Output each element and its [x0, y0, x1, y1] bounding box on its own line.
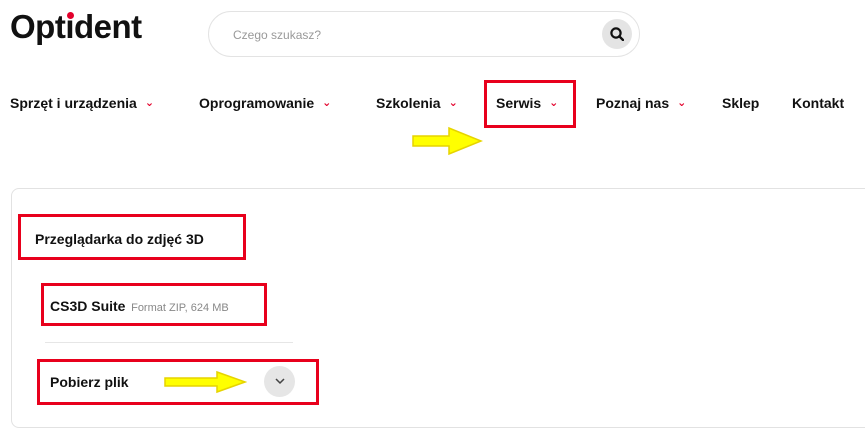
- nav-item-sprzet[interactable]: Sprzęt i urządzenia ⌄: [10, 95, 154, 111]
- search-input[interactable]: [231, 24, 565, 46]
- divider: [45, 342, 293, 343]
- chevron-down-icon: ⌄: [322, 96, 332, 109]
- logo-text-suffix: dent: [74, 8, 142, 45]
- search-bar: [208, 11, 640, 57]
- nav-label: Oprogramowanie: [199, 95, 315, 111]
- chevron-down-icon: ⌄: [144, 96, 155, 109]
- nav-item-oprogramowanie[interactable]: Oprogramowanie ⌄: [199, 95, 331, 111]
- nav-item-szkolenia[interactable]: Szkolenia ⌄: [376, 95, 458, 111]
- nav-label: Szkolenia: [376, 95, 441, 111]
- nav-item-poznaj-nas[interactable]: Poznaj nas ⌄: [596, 95, 686, 111]
- annotation-box-serwis: [484, 80, 576, 128]
- nav-item-kontakt[interactable]: Kontakt: [792, 95, 844, 111]
- nav-label: Sklep: [722, 95, 760, 111]
- nav-label: Poznaj nas: [596, 95, 670, 111]
- nav-label: Sprzęt i urządzenia: [10, 95, 137, 111]
- chevron-down-icon: ⌄: [677, 96, 687, 109]
- nav-label: Kontakt: [792, 95, 845, 111]
- arrow-icon: [164, 370, 247, 394]
- nav-item-sklep[interactable]: Sklep: [722, 95, 759, 111]
- search-button[interactable]: [602, 19, 632, 49]
- chevron-down-icon: ⌄: [448, 96, 458, 109]
- search-icon: [610, 27, 624, 41]
- annotation-box-section-title: [18, 214, 246, 260]
- logo-text-prefix: Opt: [10, 8, 66, 45]
- optident-logo[interactable]: Optident: [10, 8, 142, 46]
- arrow-icon: [412, 126, 483, 156]
- logo-text-i: i: [65, 8, 74, 45]
- annotation-box-file-info: [41, 283, 267, 326]
